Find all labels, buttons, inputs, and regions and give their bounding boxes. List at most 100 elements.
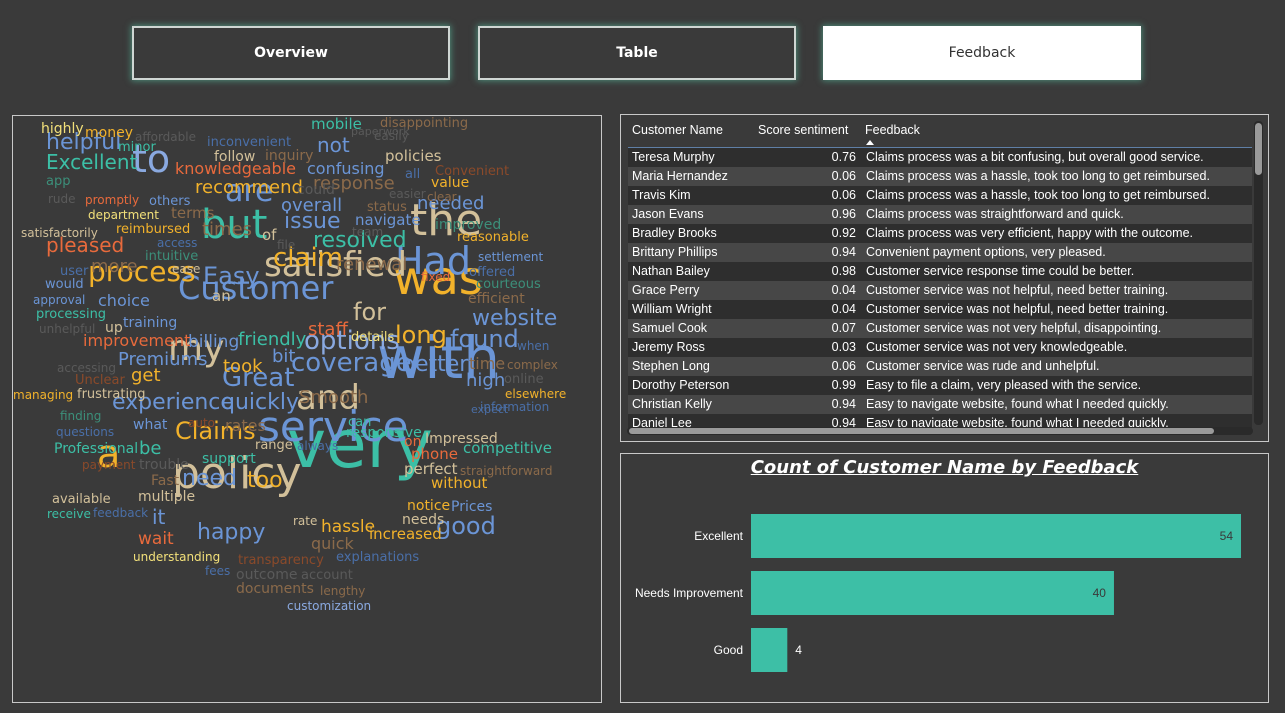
- tab-feedback[interactable]: Feedback: [823, 26, 1141, 80]
- cell-score-sentiment: 0.03: [831, 340, 856, 354]
- cloud-word: app: [46, 173, 71, 189]
- cell-score-sentiment: 0.76: [831, 150, 856, 164]
- horizontal-scrollbar[interactable]: [627, 427, 1253, 435]
- tab-overview[interactable]: Overview: [132, 26, 450, 80]
- table-row[interactable]: Stephen Long 0.06 Customer service was rud…: [628, 357, 1252, 376]
- cloud-word: fixed: [421, 270, 451, 285]
- cloud-word: trouble: [139, 456, 189, 473]
- cell-customer-name: Grace Perry: [632, 283, 700, 297]
- cloud-word: clear: [427, 190, 457, 205]
- cloud-word: file: [277, 238, 296, 253]
- cloud-word: time: [469, 354, 506, 374]
- table-row[interactable]: Daniel Lee 0.94 Easy to navigate website, …: [628, 414, 1252, 428]
- cloud-word: when: [517, 339, 550, 354]
- cloud-word: would: [45, 276, 84, 292]
- cloud-word: highly: [41, 120, 84, 137]
- cloud-word: efficient: [468, 290, 525, 307]
- cloud-word: get: [131, 364, 161, 386]
- cell-score-sentiment: 0.98: [831, 264, 856, 278]
- cloud-word: rate: [293, 514, 318, 529]
- cloud-word: satisfactorily: [21, 226, 98, 241]
- cloud-word: inconvenient: [207, 134, 292, 150]
- cloud-word: processing: [36, 306, 107, 322]
- cloud-word: Fast: [151, 472, 180, 489]
- cloud-word: finding: [60, 409, 102, 424]
- table-row[interactable]: Jeremy Ross 0.03 Customer service was not …: [628, 338, 1252, 357]
- cloud-word: be: [139, 437, 162, 459]
- cell-score-sentiment: 0.04: [831, 283, 856, 297]
- cloud-word: settlement: [478, 250, 544, 265]
- cloud-word: what: [133, 416, 168, 433]
- cell-score-sentiment: 0.07: [831, 321, 856, 335]
- table-row[interactable]: Maria Hernandez 0.06 Claims process was a …: [628, 167, 1252, 186]
- table-row[interactable]: Travis Kim 0.06 Claims process was a hassl…: [628, 186, 1252, 205]
- cell-feedback: Easy to file a claim, very pleased with …: [866, 378, 1142, 392]
- horizontal-scroll-thumb[interactable]: [629, 428, 1214, 434]
- cloud-word: complex: [507, 358, 558, 373]
- cloud-word: confusing: [307, 159, 385, 179]
- cell-feedback: Customer service was not helpful, need b…: [866, 283, 1169, 297]
- cloud-word: good: [436, 511, 496, 540]
- cell-score-sentiment: 0.94: [831, 397, 856, 411]
- vertical-scrollbar[interactable]: [1254, 121, 1263, 425]
- table-body: Teresa Murphy 0.76 Claims process was a bi…: [628, 148, 1252, 428]
- cloud-word: multiple: [138, 488, 196, 505]
- category-label: Good: [714, 643, 743, 657]
- table-row[interactable]: Christian Kelly 0.94 Easy to navigate webs…: [628, 395, 1252, 414]
- cloud-word: Professional: [54, 440, 139, 457]
- bar[interactable]: [751, 571, 1114, 615]
- cell-customer-name: Brittany Phillips: [632, 245, 718, 259]
- cloud-word: staff: [308, 318, 348, 340]
- cloud-word: user: [60, 263, 89, 279]
- cloud-word: payment: [82, 458, 136, 473]
- cloud-word: understanding: [133, 550, 221, 565]
- cloud-word: times: [202, 218, 253, 240]
- cloud-word: an: [212, 287, 231, 305]
- cloud-word: Smooth: [299, 386, 369, 408]
- cloud-word: renewal: [336, 253, 408, 275]
- cell-score-sentiment: 0.92: [831, 226, 856, 240]
- column-header-feedback[interactable]: Feedback: [865, 123, 920, 137]
- table-row[interactable]: Dorothy Peterson 0.99 Easy to file a claim…: [628, 376, 1252, 395]
- table-row[interactable]: Teresa Murphy 0.76 Claims process was a bi…: [628, 148, 1252, 167]
- cloud-word: of: [262, 226, 277, 244]
- cell-feedback: Claims process was a hassle, took too lo…: [866, 188, 1210, 202]
- cloud-word: fees: [205, 564, 231, 579]
- cloud-word: intuitive: [145, 248, 199, 264]
- table-row[interactable]: Nathan Bailey 0.98 Customer service respon…: [628, 262, 1252, 281]
- table-row[interactable]: William Wright 0.04 Customer service was n…: [628, 300, 1252, 319]
- cell-customer-name: Maria Hernandez: [632, 169, 728, 183]
- cloud-word: recommend: [195, 176, 303, 198]
- cloud-word: terms: [171, 204, 215, 222]
- cloud-word: billing: [188, 332, 240, 353]
- cloud-word: it: [152, 505, 166, 529]
- cloud-word: managing: [13, 388, 74, 403]
- column-header-customer-name[interactable]: Customer Name: [632, 123, 723, 137]
- tab-table[interactable]: Table: [478, 26, 796, 80]
- sort-ascending-icon[interactable]: [866, 140, 874, 145]
- bar[interactable]: [751, 628, 788, 672]
- bar[interactable]: [751, 514, 1241, 558]
- cloud-word: rude: [48, 192, 76, 207]
- table-row[interactable]: Brittany Phillips 0.94 Convenient payment …: [628, 243, 1252, 262]
- column-header-score-sentiment[interactable]: Score sentiment: [758, 123, 848, 137]
- cloud-word: too: [247, 468, 283, 494]
- table-row[interactable]: Bradley Brooks 0.92 Claims process was ver…: [628, 224, 1252, 243]
- cloud-word: rates: [225, 416, 266, 436]
- cloud-word: range: [255, 437, 293, 453]
- cloud-word: training: [123, 314, 178, 331]
- cell-score-sentiment: 0.04: [831, 302, 856, 316]
- cell-score-sentiment: 0.94: [831, 245, 856, 259]
- cell-feedback: Customer service was rude and unhelpful.: [866, 359, 1100, 373]
- table-row[interactable]: Samuel Cook 0.07 Customer service was not …: [628, 319, 1252, 338]
- table-row[interactable]: Grace Perry 0.04 Customer service was not …: [628, 281, 1252, 300]
- table-row[interactable]: Jason Evans 0.96 Claims process was straig…: [628, 205, 1252, 224]
- cell-customer-name: Teresa Murphy: [632, 150, 715, 164]
- cloud-word: approval: [33, 293, 86, 308]
- cell-feedback: Claims process was very efficient, happy…: [866, 226, 1193, 240]
- vertical-scroll-thumb[interactable]: [1255, 123, 1262, 175]
- cloud-word: promptly: [85, 193, 140, 208]
- cell-customer-name: Bradley Brooks: [632, 226, 717, 240]
- cloud-word: competitive: [463, 439, 552, 457]
- cell-feedback: Claims process was a bit confusing, but …: [866, 150, 1204, 164]
